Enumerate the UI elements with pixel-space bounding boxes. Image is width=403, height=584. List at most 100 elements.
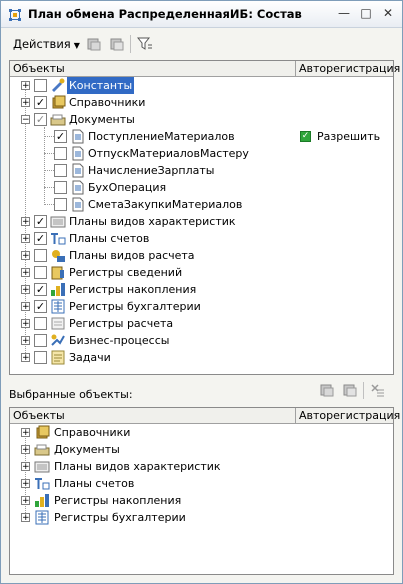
expand-icon[interactable]: + <box>21 302 30 312</box>
expand-icon[interactable]: + <box>21 285 30 295</box>
information-registers-icon <box>51 266 64 280</box>
expand-icon[interactable]: + <box>21 445 30 455</box>
expand-icon[interactable]: + <box>21 319 30 329</box>
exchange-plan-icon <box>9 9 21 21</box>
objects-tree-header: Объекты Авторегистрация <box>10 61 400 77</box>
column-autoregistration[interactable]: Авторегистрация <box>299 61 400 76</box>
expand-icon[interactable]: + <box>21 513 30 523</box>
tree-label: Регистры бухгалтерии <box>54 511 186 524</box>
expand-icon[interactable]: + <box>21 217 30 227</box>
objects-tree[interactable]: Объекты Авторегистрация + Константы + ✓ … <box>9 60 400 375</box>
business-processes-icon <box>51 334 65 346</box>
expand-icon[interactable]: + <box>21 353 30 363</box>
selected-objects-tree[interactable]: Объекты Авторегистрация + Справочники + … <box>9 407 400 575</box>
checkbox[interactable]: ✓ <box>54 130 67 143</box>
selected-row-characteristic-types[interactable]: + Планы видов характеристик <box>10 458 393 475</box>
checkbox[interactable] <box>54 198 67 211</box>
selected-row-accumulation-registers[interactable]: + Регистры накопления <box>10 492 393 509</box>
tasks-icon <box>51 350 65 365</box>
expand-icon[interactable]: + <box>21 336 30 346</box>
minimize-button[interactable]: — <box>335 5 353 22</box>
checkbox[interactable] <box>34 266 47 279</box>
checkbox[interactable]: ✓ <box>34 283 47 296</box>
selected-row-catalogs[interactable]: + Справочники <box>10 424 393 441</box>
column-objects[interactable]: Объекты <box>13 61 65 76</box>
title-bar: План обмена РаспределеннаяИБ: Состав — □… <box>1 1 402 28</box>
accounting-registers-icon <box>35 510 49 525</box>
checkbox[interactable] <box>34 79 47 92</box>
tree-row-characteristic-types[interactable]: + ✓ Планы видов характеристик <box>10 213 393 230</box>
uncheck-all-icon[interactable] <box>109 36 125 52</box>
check-all-icon[interactable] <box>319 382 335 398</box>
checkbox[interactable]: ✓ <box>34 113 47 126</box>
document-icon <box>72 163 84 178</box>
tree-label: Регистры расчета <box>69 317 174 330</box>
expand-icon[interactable]: + <box>21 428 30 438</box>
checkbox[interactable] <box>54 181 67 194</box>
tree-row-documents[interactable]: − ✓ Документы <box>10 111 393 128</box>
tree-label: Бизнес-процессы <box>69 334 170 347</box>
delete-icon[interactable] <box>369 382 385 398</box>
expand-icon[interactable]: + <box>21 496 30 506</box>
constants-icon <box>52 78 65 92</box>
characteristic-types-icon <box>34 461 50 473</box>
tree-row-accumulation-registers[interactable]: + ✓ Регистры накопления <box>10 281 393 298</box>
checkbox[interactable]: ✓ <box>34 300 47 313</box>
tree-row-accounting-registers[interactable]: + ✓ Регистры бухгалтерии <box>10 298 393 315</box>
tree-row-tasks[interactable]: + Задачи <box>10 349 393 366</box>
tree-label: СметаЗакупкиМатериалов <box>88 198 243 211</box>
tree-label: ОтпускМатериаловМастеру <box>88 147 249 160</box>
tree-row-calculation-types[interactable]: + Планы видов расчета <box>10 247 393 264</box>
checkbox[interactable] <box>54 164 67 177</box>
selected-row-chart-of-accounts[interactable]: + Планы счетов <box>10 475 393 492</box>
collapse-icon[interactable]: − <box>21 115 30 125</box>
document-icon <box>72 180 84 195</box>
selected-objects-header: Объекты Авторегистрация <box>10 408 400 424</box>
check-all-icon[interactable] <box>86 36 102 52</box>
maximize-button[interactable]: □ <box>357 5 375 22</box>
toolbar-separator <box>130 35 131 53</box>
expand-icon[interactable]: + <box>21 268 30 278</box>
tree-row-calculation-registers[interactable]: + Регистры расчета <box>10 315 393 332</box>
expand-icon[interactable]: + <box>21 98 30 108</box>
selected-row-documents[interactable]: + Документы <box>10 441 393 458</box>
checkbox[interactable] <box>34 249 47 262</box>
tree-label: Планы видов расчета <box>69 249 195 262</box>
column-objects[interactable]: Объекты <box>13 408 65 423</box>
checkbox[interactable]: ✓ <box>34 96 47 109</box>
checkbox[interactable] <box>34 317 47 330</box>
tree-row-constants[interactable]: + Константы <box>10 77 393 94</box>
tree-row-document[interactable]: СметаЗакупкиМатериалов <box>10 196 393 213</box>
expand-icon[interactable]: + <box>21 462 30 472</box>
actions-menu-button[interactable]: Действия ▼ <box>9 35 84 53</box>
expand-icon[interactable]: + <box>21 234 30 244</box>
checkbox[interactable]: ✓ <box>34 215 47 228</box>
expand-icon[interactable]: + <box>21 251 30 261</box>
tree-row-document[interactable]: ОтпускМатериаловМастеру <box>10 145 393 162</box>
actions-label: Действия <box>13 37 71 51</box>
checkbox[interactable] <box>54 147 67 160</box>
checkbox[interactable] <box>34 351 47 364</box>
tree-row-catalogs[interactable]: + ✓ Справочники <box>10 94 393 111</box>
checkbox[interactable] <box>34 334 47 347</box>
tree-row-chart-of-accounts[interactable]: + ✓ Планы счетов <box>10 230 393 247</box>
allow-checkbox-icon: ✓ <box>300 131 311 142</box>
tree-row-information-registers[interactable]: + Регистры сведений <box>10 264 393 281</box>
filter-icon[interactable] <box>137 36 153 52</box>
tree-row-document[interactable]: НачислениеЗарплаты <box>10 162 393 179</box>
expand-icon[interactable]: + <box>21 479 30 489</box>
tree-label: ПоступлениеМатериалов <box>88 130 235 143</box>
documents-icon <box>34 444 50 456</box>
column-autoregistration[interactable]: Авторегистрация <box>299 408 400 423</box>
checkbox[interactable]: ✓ <box>34 232 47 245</box>
close-button[interactable]: ✕ <box>379 5 397 22</box>
documents-icon <box>50 114 66 126</box>
selected-row-accounting-registers[interactable]: + Регистры бухгалтерии <box>10 509 393 526</box>
tree-label: Справочники <box>69 96 146 109</box>
tree-row-document[interactable]: ✓ ПоступлениеМатериалов ✓ Разрешить <box>10 128 393 145</box>
uncheck-all-icon[interactable] <box>342 382 358 398</box>
tree-row-business-processes[interactable]: + Бизнес-процессы <box>10 332 393 349</box>
expand-icon[interactable]: + <box>21 81 30 91</box>
tree-row-document[interactable]: БухОперация <box>10 179 393 196</box>
accumulation-registers-icon <box>51 283 65 296</box>
